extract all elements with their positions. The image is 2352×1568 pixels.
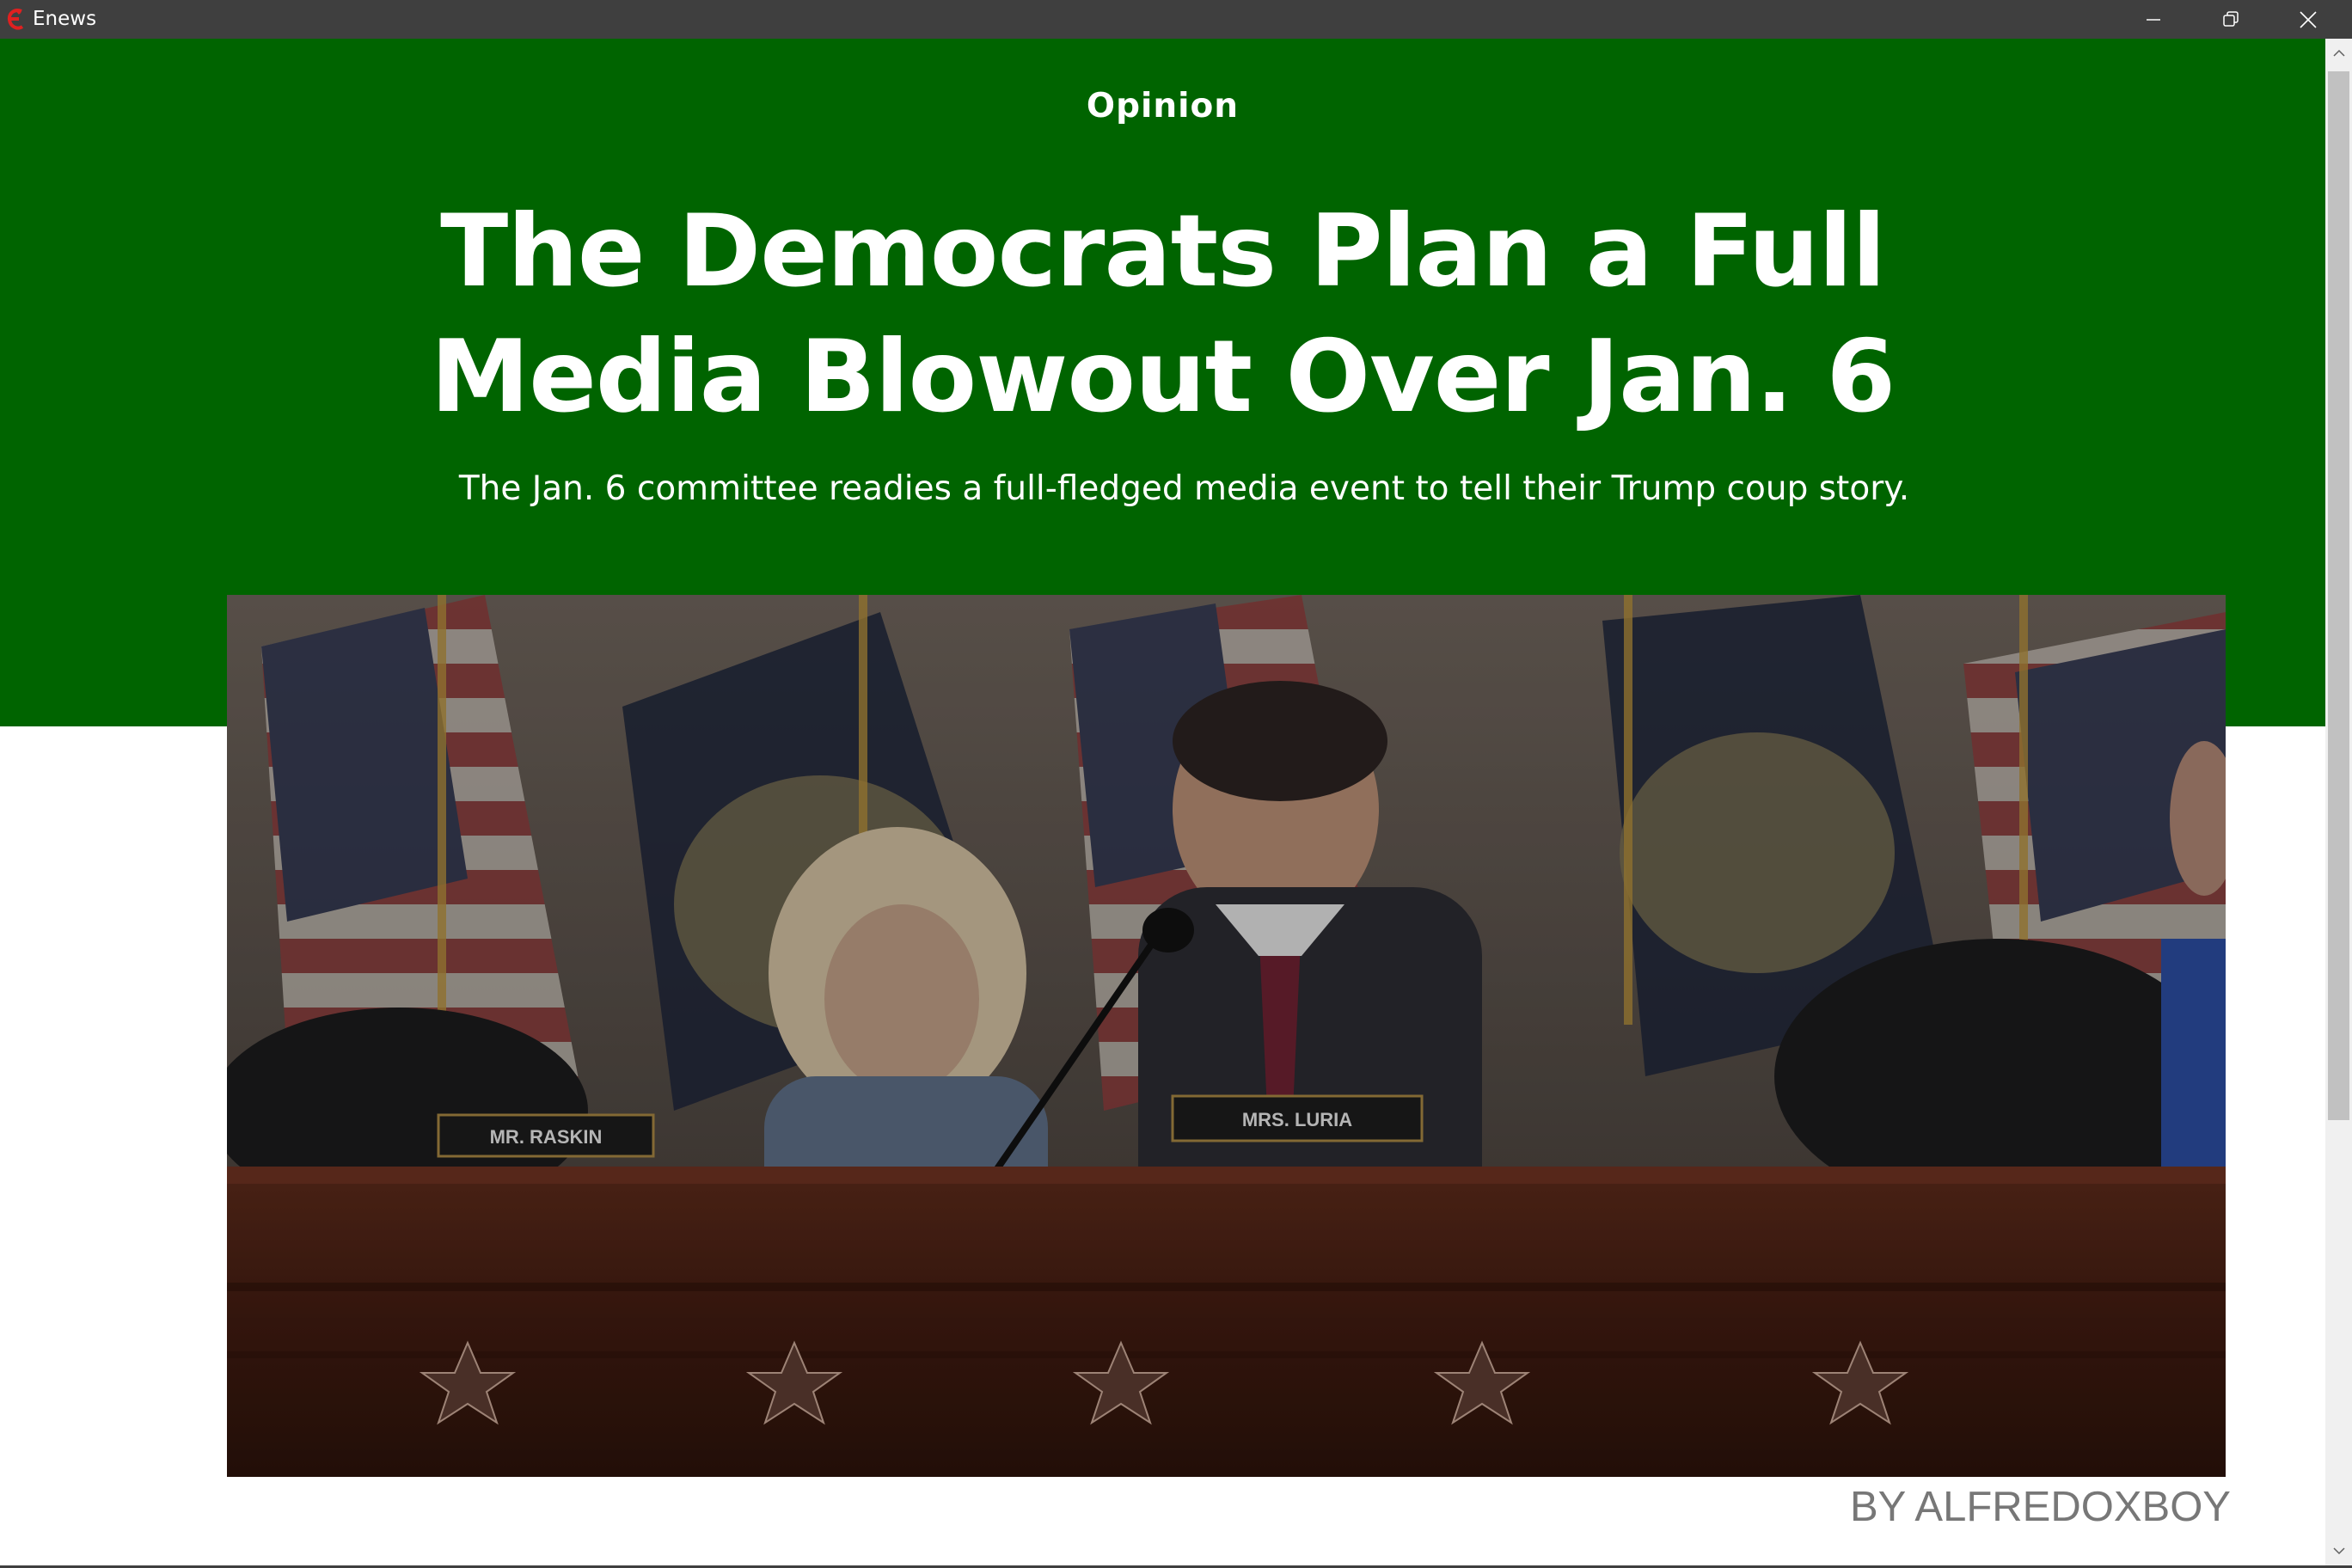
minimize-button[interactable] [2115, 0, 2192, 39]
scrollbar-thumb[interactable] [2328, 71, 2349, 1120]
minimize-icon [2147, 18, 2160, 21]
article-photo: MR. RASKIN MRS. LURIA [227, 595, 2226, 1477]
scroll-down-button[interactable] [2325, 1536, 2352, 1565]
scroll-up-button[interactable] [2325, 39, 2352, 68]
window-titlebar: Enews [0, 0, 2352, 39]
article-headline: The Democrats Plan a Full Media Blowout … [430, 193, 1896, 435]
chevron-up-icon [2332, 49, 2345, 57]
restore-button[interactable] [2192, 0, 2269, 39]
section-label[interactable]: Opinion [0, 87, 2325, 126]
close-button[interactable] [2269, 0, 2347, 39]
window-title: Enews [33, 8, 97, 30]
chevron-down-icon [2332, 1547, 2345, 1555]
article-viewport[interactable]: Opinion The Democrats Plan a Full Media … [0, 39, 2325, 1565]
enews-logo-icon [7, 9, 24, 30]
article-subheadline: The Jan. 6 committee readies a full-fled… [458, 469, 1910, 508]
vertical-scrollbar[interactable] [2325, 39, 2352, 1565]
close-icon [2300, 10, 2317, 28]
article-byline[interactable]: BY ALFREDOXBOY [1850, 1483, 2231, 1531]
hearing-photo-illustration: MR. RASKIN MRS. LURIA [227, 595, 2226, 1477]
restore-icon [2223, 10, 2239, 27]
